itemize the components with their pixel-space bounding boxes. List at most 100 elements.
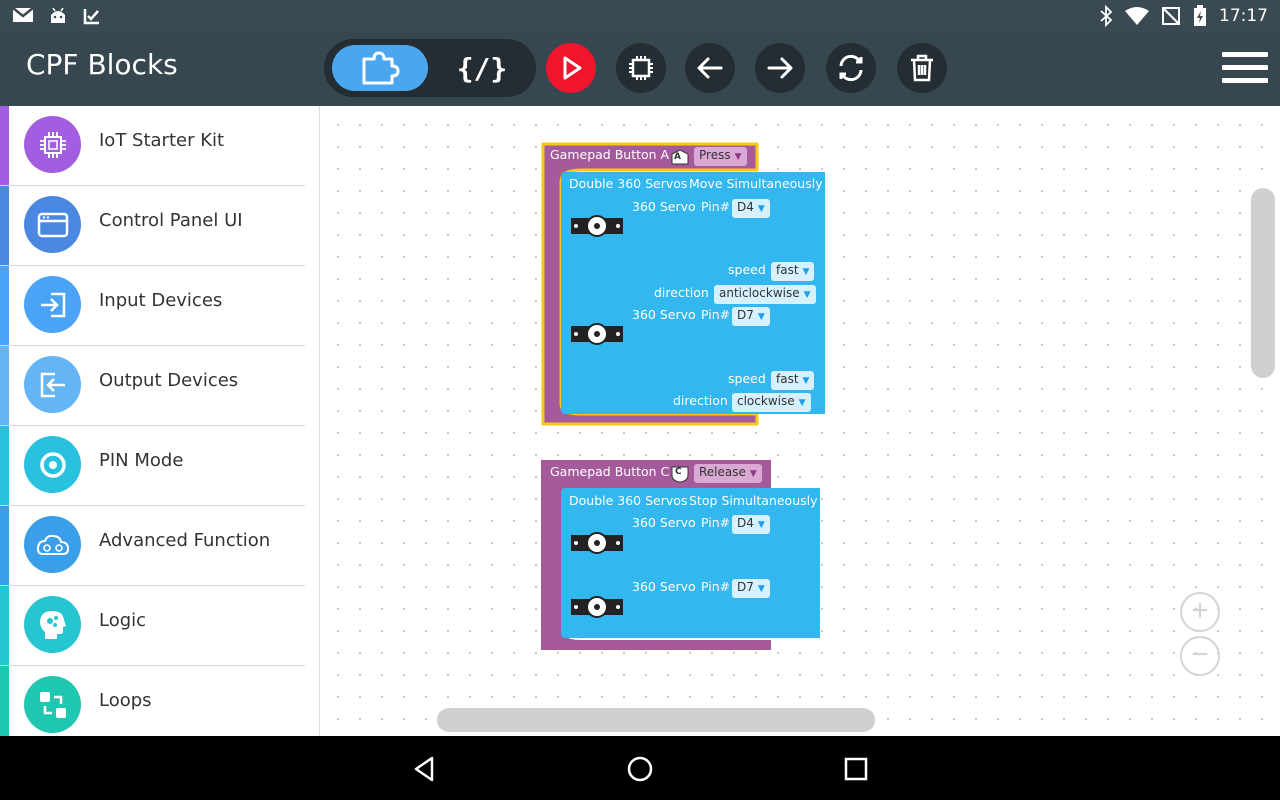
button-letter: C [675, 467, 682, 477]
dropdown-arrow-icon: ▼ [757, 520, 765, 530]
view-toggle: {/} [324, 39, 536, 97]
pin-dropdown[interactable]: D4 ▼ [732, 515, 770, 534]
chip-icon [24, 116, 81, 173]
sidebar-item-advanced-function[interactable]: Advanced Function [0, 506, 305, 586]
direction-dropdown[interactable]: anticlockwise ▼ [714, 285, 816, 304]
pin-label: Pin# [701, 515, 731, 530]
speed-dropdown[interactable]: fast ▼ [771, 371, 815, 390]
dropdown-arrow-icon: ▼ [757, 584, 765, 594]
pin-dropdown[interactable]: D7 ▼ [732, 579, 770, 598]
brain-head-icon [24, 596, 81, 653]
dropdown-arrow-icon: ▼ [749, 469, 757, 479]
zoom-out-button[interactable]: − [1180, 636, 1220, 676]
pin-dropdown[interactable]: D7 ▼ [732, 307, 770, 326]
bluetooth-icon [1100, 5, 1113, 27]
code-view-button[interactable]: {/} [436, 45, 528, 91]
servo-label: 360 Servo [632, 579, 696, 594]
app-toolbar: CPF Blocks {/} [0, 32, 1280, 106]
no-sim-icon [1162, 7, 1180, 25]
dropdown-value: D7 [737, 308, 754, 322]
system-nav-bar [0, 736, 1280, 800]
category-sidebar: IoT Starter Kit Control Panel UI Input D… [0, 106, 320, 736]
home-icon[interactable] [625, 754, 655, 784]
refresh-button[interactable] [826, 43, 876, 93]
servo-title: Double 360 Servos [569, 176, 688, 191]
dropdown-value: clockwise [737, 394, 795, 408]
redo-button[interactable] [755, 43, 805, 93]
sidebar-item-input-devices[interactable]: Input Devices [0, 266, 305, 346]
dropdown-value: D7 [737, 580, 754, 594]
servo-label: 360 Servo [632, 515, 696, 530]
action-dropdown[interactable]: Press ▼ [694, 147, 747, 166]
dropdown-arrow-icon: ▼ [757, 204, 765, 214]
chip-icon [629, 56, 653, 80]
event-label: Gamepad Button C [550, 464, 670, 479]
target-icon [24, 436, 81, 493]
sidebar-item-iot-starter-kit[interactable]: IoT Starter Kit [0, 106, 305, 186]
pin-label: Pin# [701, 199, 731, 214]
horizontal-scrollbar[interactable] [437, 708, 875, 732]
loop-flow-icon [24, 676, 81, 733]
dropdown-value: anticlockwise [719, 286, 800, 300]
login-icon [24, 276, 81, 333]
sidebar-item-label: Logic [99, 610, 147, 631]
blocks-view-button[interactable] [332, 45, 428, 91]
menu-button[interactable] [1222, 52, 1268, 86]
battery-icon [1194, 5, 1206, 26]
undo-button[interactable] [685, 43, 735, 93]
device-button[interactable] [616, 43, 666, 93]
trash-icon [911, 54, 933, 82]
block-workspace[interactable]: Gamepad Button A A Press ▼ Double 360 Ser… [321, 106, 1280, 736]
speed-label: speed [728, 262, 766, 277]
vertical-scrollbar[interactable] [1251, 188, 1275, 378]
event-label: Gamepad Button A [550, 147, 670, 162]
sidebar-item-label: Control Panel UI [99, 210, 243, 231]
delete-button[interactable] [897, 43, 947, 93]
run-button[interactable] [546, 43, 596, 93]
direction-label: direction [654, 285, 709, 300]
pin-label: Pin# [701, 579, 731, 594]
dropdown-arrow-icon: ▼ [798, 398, 806, 408]
sidebar-item-pin-mode[interactable]: PIN Mode [0, 426, 305, 506]
sidebar-item-label: Input Devices [99, 290, 223, 311]
android-icon [51, 7, 65, 23]
speed-dropdown[interactable]: fast ▼ [771, 262, 815, 281]
clock: 17:17 [1219, 6, 1268, 26]
dropdown-arrow-icon: ▼ [803, 290, 811, 300]
dropdown-arrow-icon: ▼ [757, 312, 765, 322]
arrow-left-icon [697, 57, 723, 79]
sidebar-item-control-panel-ui[interactable]: Control Panel UI [0, 186, 305, 266]
sidebar-item-output-devices[interactable]: Output Devices [0, 346, 305, 426]
download-check-icon [83, 9, 99, 25]
dropdown-value: D4 [737, 200, 754, 214]
servo-mode: Move Simultaneously [689, 176, 823, 191]
dropdown-value: fast [776, 372, 799, 386]
sidebar-item-label: Loops [99, 690, 152, 711]
sidebar-item-logic[interactable]: Logic [0, 586, 305, 666]
sidebar-item-label: Advanced Function [99, 530, 271, 551]
dropdown-value: Press [699, 148, 731, 162]
window-icon [24, 196, 81, 253]
pin-dropdown[interactable]: D4 ▼ [732, 199, 770, 218]
sidebar-item-loops[interactable]: Loops [0, 666, 305, 736]
direction-dropdown[interactable]: clockwise ▼ [732, 393, 811, 412]
app-title: CPF Blocks [26, 48, 178, 81]
wifi-icon [1125, 7, 1149, 25]
action-dropdown[interactable]: Release ▼ [694, 464, 762, 483]
servo-motor-icon [571, 215, 623, 237]
button-letter: A [674, 152, 681, 162]
sidebar-item-label: IoT Starter Kit [99, 130, 225, 151]
recents-icon[interactable] [841, 754, 871, 784]
logout-icon [24, 356, 81, 413]
gmail-icon [12, 7, 34, 22]
dropdown-value: fast [776, 263, 799, 277]
servo-label: 360 Servo [632, 199, 696, 214]
sidebar-item-label: Output Devices [99, 370, 239, 391]
back-icon[interactable] [410, 754, 440, 784]
direction-label: direction [673, 393, 728, 408]
zoom-in-button[interactable]: + [1180, 592, 1220, 632]
servo-motor-icon [571, 532, 623, 554]
servo-motor-icon [571, 596, 623, 618]
dropdown-value: D4 [737, 516, 754, 530]
pin-label: Pin# [701, 307, 731, 322]
